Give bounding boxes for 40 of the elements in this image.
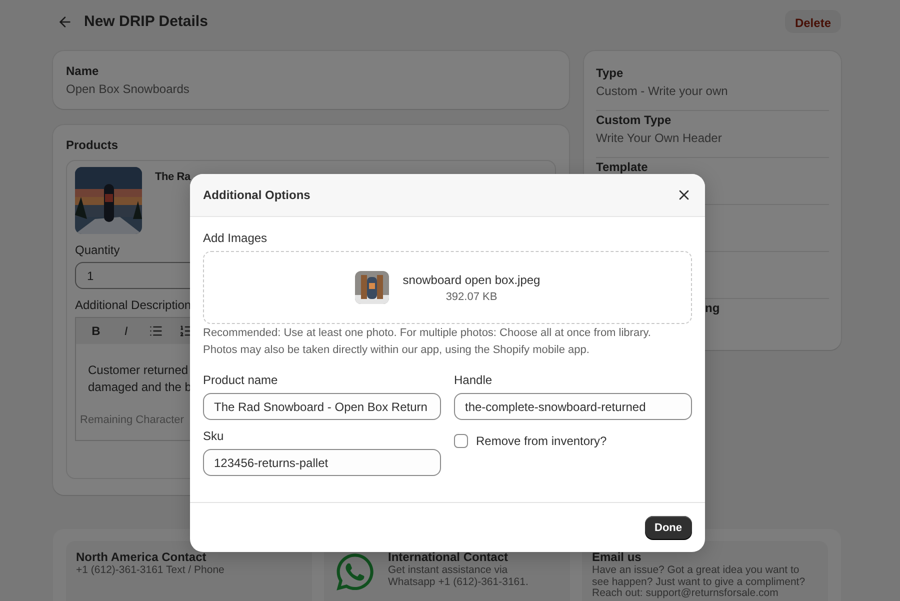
- bullet-list-icon: [149, 324, 163, 338]
- file-name: snowboard open box.jpeg: [402, 272, 540, 286]
- field-label: Custom Type: [596, 113, 672, 127]
- field-value: Write Your Own Header: [596, 131, 723, 145]
- text-field[interactable]: 123456-returns-pallet: [203, 449, 441, 476]
- field-value: Custom - Write your own: [596, 84, 729, 98]
- text-field[interactable]: The Rad Snowboard - Open Box Return: [203, 393, 441, 420]
- field-label: Quantity: [75, 243, 121, 257]
- field-label: Handle: [454, 373, 494, 387]
- text-field[interactable]: the-complete-snowboard-returned: [454, 393, 692, 420]
- remaining-characters: Remaining Character: [79, 414, 185, 426]
- bold-button[interactable]: B: [84, 319, 108, 343]
- dialog-title: Additional Options: [203, 188, 312, 202]
- field-label: Additional Description: [75, 298, 192, 312]
- field-label: Template: [596, 160, 649, 174]
- field-label: Add Images: [203, 231, 268, 245]
- field-label: ng: [705, 301, 721, 315]
- image-dropzone[interactable]: snowboard open box.jpeg 392.07 KB: [203, 251, 692, 324]
- done-button[interactable]: Done: [644, 516, 692, 539]
- page-title: New DRIP Details: [84, 13, 209, 30]
- field-label: Name: [66, 64, 100, 78]
- product-title: The Ra: [155, 171, 190, 185]
- card-title: Products: [66, 138, 120, 152]
- help-text: Recommended: Use at least one photo. For multiple photos: Choose all at once from library. Photos may also be taken directly within our app, using the Shopify mobile app.: [203, 326, 652, 358]
- contact-title: International Contact: [388, 551, 510, 564]
- field-label: Type: [596, 66, 624, 80]
- contact-title: North America Contact: [76, 551, 208, 564]
- chat-phone-icon: [334, 551, 376, 593]
- contact-text: Get instant assistance via Whatsapp +1 (612)-361-3161.: [388, 565, 528, 588]
- contact-text: +1 (612)-361-3161 Text / Phone: [76, 565, 224, 576]
- field-label: Product name: [203, 373, 279, 387]
- checkbox[interactable]: [454, 434, 468, 448]
- checkbox-label: Remove from inventory?: [476, 434, 607, 448]
- file-size: 392.07 KB: [446, 290, 498, 302]
- contact-text: Have an issue? Got a great idea you want to see happen? Just want to give a compliment? Reach out: support@returnsforsale.com: [592, 565, 806, 600]
- italic-button[interactable]: I: [114, 319, 138, 343]
- field-label: Sku: [203, 429, 225, 443]
- field-value: Open Box Snowboards: [66, 82, 190, 96]
- contact-title: Email us: [592, 551, 642, 564]
- back-arrow-icon[interactable]: [57, 14, 73, 30]
